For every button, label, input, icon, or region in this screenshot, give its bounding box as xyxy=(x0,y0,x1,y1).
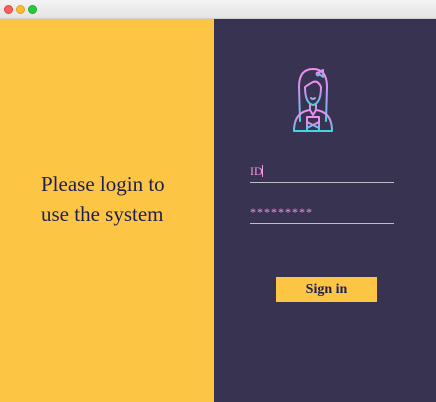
welcome-panel: Please login to use the system xyxy=(0,19,214,402)
login-panel: Sign in xyxy=(214,19,436,402)
woman-avatar-icon xyxy=(293,68,333,132)
sign-in-button[interactable]: Sign in xyxy=(276,277,377,302)
title-bar xyxy=(0,0,436,19)
password-input[interactable] xyxy=(250,202,394,222)
welcome-heading: Please login to use the system xyxy=(41,169,211,229)
id-input[interactable] xyxy=(250,161,394,181)
app-window: Please login to use the system ID ******… xyxy=(0,0,436,402)
welcome-heading-line-1: Please login to xyxy=(41,172,165,196)
welcome-heading-line-2: use the system xyxy=(41,202,164,226)
minimize-window-button[interactable] xyxy=(16,5,25,14)
close-window-button[interactable] xyxy=(4,5,13,14)
maximize-window-button[interactable] xyxy=(28,5,37,14)
password-field[interactable] xyxy=(250,202,394,224)
text-cursor xyxy=(262,165,263,177)
id-field[interactable] xyxy=(250,161,394,183)
